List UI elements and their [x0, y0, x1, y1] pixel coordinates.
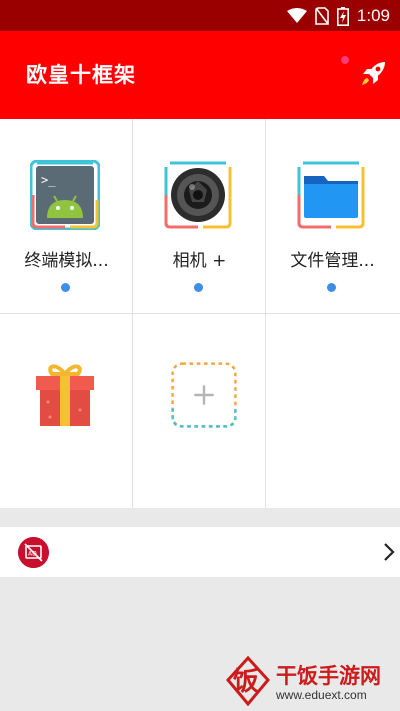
app-tile-terminal[interactable]: >_ 终端模拟...	[0, 119, 133, 313]
new-indicator-dot	[194, 283, 203, 292]
svg-text:饭: 饭	[233, 667, 259, 697]
status-bar: 1:09	[0, 0, 400, 31]
wifi-icon	[286, 8, 307, 23]
watermark-logo-icon: 饭	[226, 656, 270, 706]
svg-text:>_: >_	[41, 173, 56, 187]
app-label: 终端模拟...	[24, 251, 109, 271]
app-tile-file-manager[interactable]: 文件管理...	[266, 119, 399, 313]
no-sim-icon	[315, 7, 329, 25]
add-icon	[171, 362, 237, 428]
chevron-right-icon[interactable]	[382, 541, 396, 563]
watermark: 饭 干饭手游网 www.eduext.com	[220, 650, 400, 711]
add-app-button[interactable]	[133, 314, 266, 508]
new-indicator-dot	[327, 283, 336, 292]
no-ads-icon: AD	[18, 537, 49, 568]
new-indicator-dot	[61, 283, 70, 292]
android-terminal-icon: >_	[30, 160, 100, 230]
camera-lens-icon	[164, 161, 232, 229]
empty-slot	[266, 314, 399, 508]
watermark-title: 干饭手游网	[276, 664, 381, 688]
app-tile-gift[interactable]	[0, 314, 133, 508]
app-label: 文件管理...	[290, 251, 375, 271]
status-time: 1:09	[356, 6, 390, 25]
notification-dot	[341, 56, 349, 64]
app-label: 相机 +	[172, 251, 227, 271]
app-bar: 欧皇十框架	[0, 31, 400, 119]
app-title: 欧皇十框架	[26, 63, 136, 87]
watermark-url: www.eduext.com	[276, 688, 367, 702]
grid-divider	[0, 313, 400, 314]
status-icons: 1:09	[286, 4, 390, 28]
battery-charging-icon	[336, 6, 349, 26]
rocket-icon[interactable]	[358, 59, 388, 89]
folder-icon	[297, 161, 365, 229]
remove-ads-row[interactable]: AD	[0, 527, 400, 577]
app-tile-camera[interactable]: 相机 +	[133, 119, 266, 313]
gift-icon	[36, 364, 94, 426]
